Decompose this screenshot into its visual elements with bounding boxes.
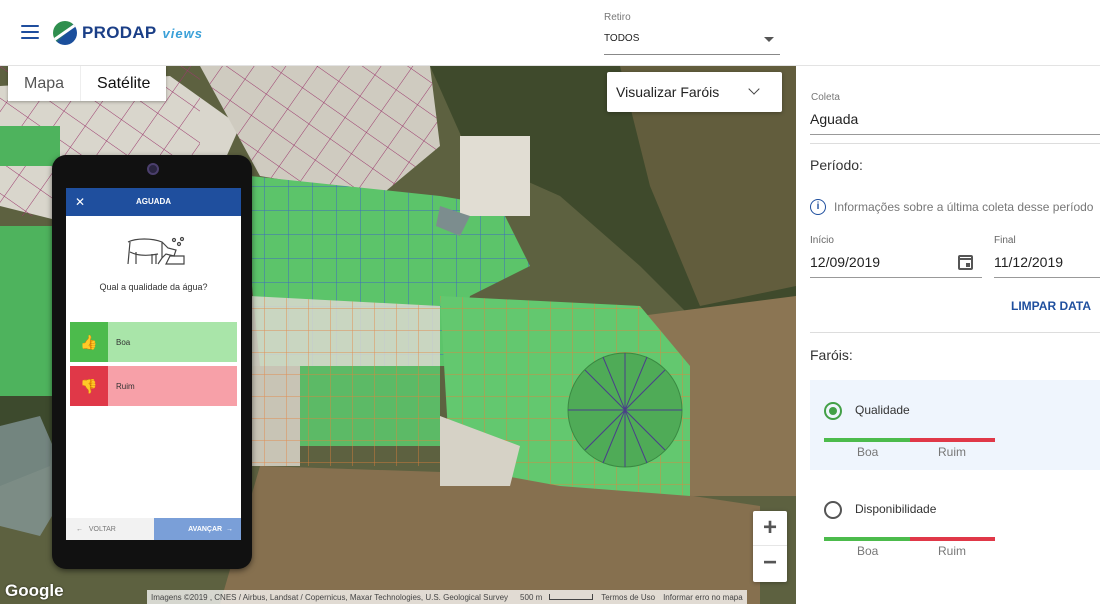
phone-title: AGUADA	[135, 197, 172, 206]
map-attribution: Imagens ©2019 , CNES / Airbus, Landsat /…	[147, 590, 747, 604]
zoom-out-button[interactable]: −	[753, 546, 787, 581]
option-ruim[interactable]: 👎 Ruim	[70, 366, 237, 406]
arrow-left-icon: ←	[76, 525, 89, 533]
arrow-right-icon: →	[222, 525, 233, 533]
inicio-date-field[interactable]: 12/09/2019	[810, 254, 982, 278]
farol-card-qualidade[interactable]: Qualidade Boa Ruim	[810, 380, 1100, 470]
divider	[810, 332, 1100, 333]
bad-segment	[910, 438, 995, 442]
info-icon: i	[810, 199, 826, 215]
retiro-value: TODOS	[604, 33, 640, 44]
logo: PRODAP views	[53, 21, 203, 45]
chevron-down-icon	[748, 83, 760, 95]
info-row: i Informações sobre a última coleta dess…	[810, 199, 1093, 215]
close-icon[interactable]: ✕	[75, 195, 85, 209]
filter-panel: Coleta Aguada Período: i Informações sob…	[796, 66, 1100, 604]
phone-mockup: ✕ AGUADA Qual a qualidade da água? 👍 Boa…	[52, 155, 252, 569]
menu-icon[interactable]	[21, 25, 39, 39]
next-label: AVANÇAR	[188, 525, 223, 533]
legend-good-label: Boa	[857, 445, 879, 459]
caret-down-icon	[764, 37, 774, 42]
option-ruim-label: Ruim	[116, 381, 135, 391]
phone-question: Qual a qualidade da água?	[99, 282, 208, 292]
farol-legend-bar	[824, 537, 995, 541]
radio-qualidade[interactable]	[824, 402, 842, 420]
zoom-in-button[interactable]: +	[753, 511, 787, 546]
zoom-controls: + −	[753, 511, 787, 582]
visualizar-farois-dropdown[interactable]: Visualizar Faróis	[607, 72, 782, 112]
map-type-map-button[interactable]: Mapa	[8, 66, 82, 101]
scale-ruler	[549, 594, 594, 601]
phone-screen: ✕ AGUADA Qual a qualidade da água? 👍 Boa…	[66, 188, 241, 540]
farol-name: Disponibilidade	[855, 502, 937, 516]
coleta-label: Coleta	[811, 92, 840, 103]
retiro-select[interactable]: TODOS	[604, 33, 780, 55]
phone-nav: ← VOLTAR AVANÇAR →	[66, 518, 241, 540]
inicio-label: Início	[810, 235, 834, 246]
divider	[810, 143, 1100, 144]
farol-legend-bar	[824, 438, 995, 442]
farol-name: Qualidade	[855, 403, 910, 417]
legend-bad-label: Ruim	[938, 445, 967, 459]
good-segment	[824, 537, 910, 541]
radio-disponibilidade[interactable]	[824, 501, 842, 519]
calendar-icon[interactable]	[958, 255, 973, 270]
cow-drinking-icon	[126, 236, 185, 265]
legend-good-label: Boa	[857, 544, 879, 558]
scale-bar[interactable]: 500 m	[512, 593, 597, 602]
final-date-field[interactable]: 11/12/2019	[994, 254, 1100, 278]
thumbs-up-icon: 👍	[70, 322, 108, 362]
info-text: Informações sobre a última coleta desse …	[834, 200, 1094, 214]
visualizar-farois-label: Visualizar Faróis	[616, 84, 720, 100]
final-label: Final	[994, 235, 1016, 246]
farol-card-disponibilidade[interactable]: Disponibilidade Boa Ruim	[810, 479, 1100, 569]
logo-mark-icon	[53, 21, 77, 45]
map-type-toggle: Mapa Satélite	[8, 66, 167, 101]
coleta-select[interactable]: Aguada	[810, 111, 1100, 135]
logo-subtext: views	[162, 25, 203, 41]
terms-link[interactable]: Termos de Uso	[597, 593, 659, 602]
attribution-text: Imagens ©2019 , CNES / Airbus, Landsat /…	[151, 592, 509, 602]
map-type-satellite-button[interactable]: Satélite	[81, 66, 166, 101]
retiro-label: Retiro	[604, 12, 631, 23]
phone-camera	[147, 163, 159, 175]
periodo-label: Período:	[810, 157, 863, 173]
app-header: PRODAP views Retiro TODOS	[0, 0, 1100, 66]
scale-label: 500 m	[520, 592, 543, 602]
option-boa-label: Boa	[116, 337, 131, 347]
farois-label: Faróis:	[810, 347, 853, 363]
next-button[interactable]: AVANÇAR →	[154, 518, 241, 540]
option-boa[interactable]: 👍 Boa	[70, 322, 237, 362]
retiro-select-group: Retiro TODOS	[604, 12, 780, 55]
google-logo: Google	[5, 581, 64, 600]
phone-topbar: ✕ AGUADA	[66, 188, 241, 216]
legend-bad-label: Ruim	[938, 544, 967, 558]
back-label: VOLTAR	[88, 525, 116, 533]
limpar-data-button[interactable]: LIMPAR DATA	[1011, 299, 1091, 313]
thumbs-down-icon: 👎	[70, 366, 108, 406]
logo-text: PRODAP	[82, 23, 157, 42]
good-segment	[824, 438, 910, 442]
bad-segment	[910, 537, 995, 541]
back-button[interactable]: ← VOLTAR	[66, 518, 154, 540]
report-error-link[interactable]: Informar erro no mapa	[659, 593, 747, 602]
